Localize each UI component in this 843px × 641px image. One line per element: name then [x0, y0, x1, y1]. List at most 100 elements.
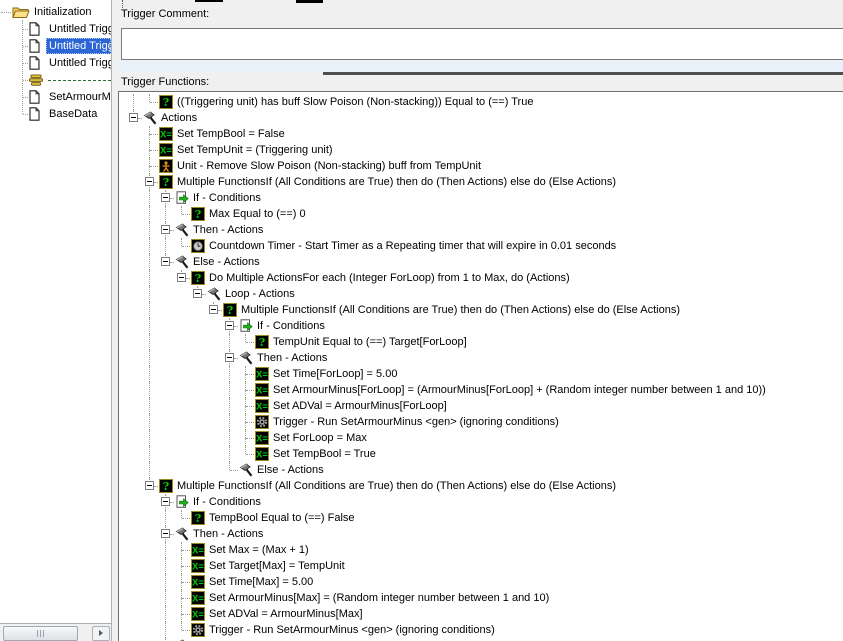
function-row[interactable]: X= Set ADVal = ArmourMinus[ForLoop]: [119, 398, 839, 414]
function-row[interactable]: Unit - Remove Slow Poison (Non-stacking)…: [119, 158, 839, 174]
function-row[interactable]: ? Multiple FunctionsIf (All Conditions ar…: [119, 478, 839, 494]
tree-guide: [245, 438, 246, 446]
function-row[interactable]: ? TempBool Equal to (==) False: [119, 510, 839, 526]
trigger-separator-item[interactable]: [0, 72, 111, 88]
trigger-item-basedata[interactable]: BaseData: [0, 106, 111, 122]
expand-toggle[interactable]: [129, 113, 138, 122]
function-row[interactable]: X= Set Time[Max] = 5.00: [119, 574, 839, 590]
condition-icon: ?: [159, 175, 173, 189]
stack-icon: [27, 74, 45, 87]
condition-icon: ?: [191, 511, 205, 525]
scrollbar-thumb[interactable]: [3, 626, 78, 641]
set-variable-icon: X=: [159, 143, 173, 157]
function-row[interactable]: Else - Actions: [119, 254, 839, 270]
horizontal-splitter[interactable]: [118, 61, 843, 72]
trigger-item-setarmourminu[interactable]: SetArmourMinu: [0, 89, 111, 105]
function-row[interactable]: X= Set TempUnit = (Triggering unit): [119, 142, 839, 158]
tree-guide: [165, 606, 166, 622]
function-row[interactable]: Countdown Timer - Start Timer as a Repea…: [119, 238, 839, 254]
expand-toggle[interactable]: [225, 353, 234, 362]
trigger-list-hscrollbar[interactable]: [0, 623, 111, 641]
panel-splitter[interactable]: [111, 0, 118, 641]
trigger-folder-initialization[interactable]: Initialization: [0, 4, 111, 20]
trigger-item-label: SetArmourMinu: [49, 91, 111, 103]
function-row[interactable]: ? Multiple FunctionsIf (All Conditions ar…: [119, 174, 839, 190]
function-row[interactable]: Else - Actions: [119, 462, 839, 478]
expand-toggle[interactable]: [225, 321, 234, 330]
function-text: TempUnit Equal to (==) Target[ForLoop]: [273, 336, 467, 348]
if-conditions-icon: [239, 319, 253, 333]
function-text: Set ArmourMinus[ForLoop] = (ArmourMinus[…: [273, 384, 766, 396]
expand-toggle[interactable]: [161, 225, 170, 234]
svg-text:X=: X=: [192, 610, 204, 621]
tree-guide: [245, 366, 246, 374]
function-row[interactable]: X= Set Target[Max] = TempUnit: [119, 558, 839, 574]
divider-rule: [323, 72, 843, 75]
function-row[interactable]: X= Set Time[ForLoop] = 5.00: [119, 366, 839, 382]
function-row[interactable]: Then - Actions: [119, 350, 839, 366]
function-row[interactable]: Then - Actions: [119, 222, 839, 238]
trigger-comment-input[interactable]: [121, 28, 843, 60]
tree-guide: [246, 454, 254, 455]
tree-guide: [23, 63, 28, 64]
function-row[interactable]: Actions: [119, 110, 839, 126]
trigger-item-untitled-trigge[interactable]: Untitled Trigge: [0, 38, 111, 54]
svg-text:?: ?: [195, 208, 201, 221]
trigger-item-untitled-trigge[interactable]: Untitled Trigge: [0, 21, 111, 37]
function-row[interactable]: ? Max Equal to (==) 0: [119, 206, 839, 222]
trigger-item-untitled-trigge[interactable]: Untitled Trigge: [0, 55, 111, 71]
tree-guide: [149, 382, 150, 398]
tree-guide: [234, 358, 238, 359]
function-row[interactable]: X= Set TempBool = True: [119, 446, 839, 462]
function-text: Set TempBool = True: [273, 448, 376, 460]
tree-guide: [229, 462, 230, 470]
function-text: Set Target[Max] = TempUnit: [209, 560, 345, 572]
expand-toggle[interactable]: [161, 257, 170, 266]
function-row[interactable]: Loop - Actions: [119, 286, 839, 302]
expand-toggle[interactable]: [161, 529, 170, 538]
function-row[interactable]: If - Conditions: [119, 190, 839, 206]
scrollbar-right-button[interactable]: [92, 626, 110, 641]
svg-text:X=: X=: [160, 130, 172, 141]
set-variable-icon: X=: [191, 559, 205, 573]
function-row[interactable]: ? Do Multiple ActionsFor each (Integer Fo…: [119, 270, 839, 286]
expand-toggle[interactable]: [209, 305, 218, 314]
function-row[interactable]: Trigger - Run SetArmourMinus <gen> (igno…: [119, 622, 839, 638]
function-row[interactable]: Trigger - Run SetArmourMinus <gen> (igno…: [119, 414, 839, 430]
expand-toggle[interactable]: [145, 481, 154, 490]
function-row[interactable]: X= Set Max = (Max + 1): [119, 542, 839, 558]
function-row[interactable]: X= Set TempBool = False: [119, 126, 839, 142]
set-variable-icon: X=: [191, 543, 205, 557]
minus-icon: [179, 277, 184, 278]
function-row[interactable]: ? Multiple FunctionsIf (All Conditions ar…: [119, 302, 839, 318]
expand-toggle[interactable]: [161, 497, 170, 506]
tree-guide: [229, 414, 230, 430]
tree-guide: [165, 510, 166, 526]
trigger-folder-label: Initialization: [34, 6, 92, 18]
function-text: Loop - Actions: [225, 288, 295, 300]
function-row[interactable]: X= Set ArmourMinus[Max] = (Random integer…: [119, 590, 839, 606]
page-icon: [29, 39, 40, 53]
expand-toggle[interactable]: [145, 177, 154, 186]
tree-guide: [149, 318, 150, 334]
expand-toggle[interactable]: [193, 289, 202, 298]
function-text: Set TempBool = False: [177, 128, 285, 140]
function-row[interactable]: If - Conditions: [119, 318, 839, 334]
expand-toggle[interactable]: [161, 193, 170, 202]
function-row[interactable]: X= Set ADVal = ArmourMinus[Max]: [119, 606, 839, 622]
function-row[interactable]: ? TempUnit Equal to (==) Target[ForLoop]: [119, 334, 839, 350]
tree-guide: [245, 406, 246, 414]
function-row[interactable]: Then - Actions: [119, 526, 839, 542]
function-row[interactable]: If - Conditions: [119, 494, 839, 510]
tree-guide: [150, 134, 158, 135]
function-row[interactable]: X= Set ArmourMinus[ForLoop] = (ArmourMinu…: [119, 382, 839, 398]
function-row[interactable]: ? ((Triggering unit) has buff Slow Poison…: [119, 94, 839, 110]
tree-guide: [149, 302, 150, 318]
set-variable-icon: X=: [191, 575, 205, 589]
function-row[interactable]: X= Set ForLoop = Max: [119, 430, 839, 446]
expand-toggle[interactable]: [177, 273, 186, 282]
tree-guide: [154, 486, 158, 487]
scrollbar-grip-icon: [37, 630, 45, 637]
trigger-item-label: BaseData: [49, 108, 98, 120]
tree-guide: [23, 114, 28, 115]
